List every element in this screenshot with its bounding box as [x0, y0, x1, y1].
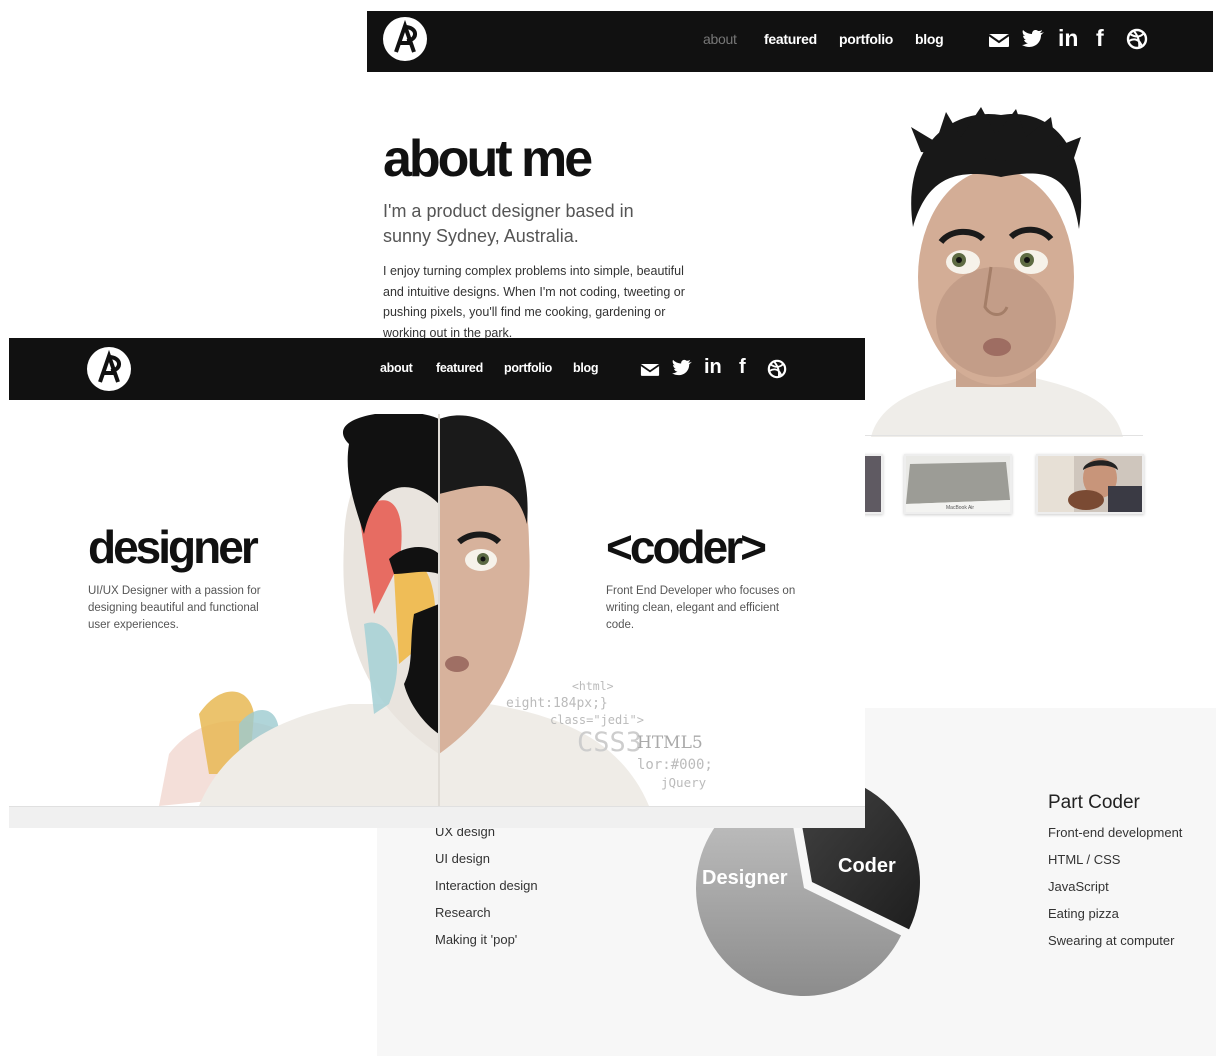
code-snippet: <html>	[572, 679, 614, 693]
code-snippet: lor:#000;	[637, 757, 713, 773]
ap-logo-icon[interactable]	[87, 347, 131, 391]
linkedin-icon[interactable]: in	[704, 356, 722, 379]
nav-blog-link[interactable]: blog	[915, 31, 944, 47]
facebook-icon[interactable]: f	[739, 356, 746, 379]
macbook-caption: MacBook Air	[946, 505, 974, 511]
nav-blog-link[interactable]: blog	[573, 361, 598, 375]
code-snippet: eight:184px;}	[506, 696, 608, 711]
twitter-icon[interactable]	[671, 359, 693, 377]
top-navbar: about featured portfolio blog in f	[9, 338, 865, 400]
about-subtitle: I'm a product designer based in sunny Sy…	[383, 201, 634, 246]
portrait-photo	[851, 107, 1141, 437]
pie-label-coder: Coder	[838, 855, 896, 877]
divider	[851, 435, 1143, 436]
linkedin-icon[interactable]: in	[1058, 25, 1078, 52]
nav-featured-link[interactable]: featured	[764, 31, 817, 47]
list-item: HTML / CSS	[1048, 852, 1121, 867]
mail-icon[interactable]	[988, 32, 1010, 48]
list-item: Making it 'pop'	[435, 932, 518, 947]
designer-description: UI/UX Designer with a passion for design…	[88, 585, 261, 631]
designer-skills-list: UX design UI design Interaction design R…	[435, 824, 538, 959]
coder-heading: <coder>	[606, 521, 767, 573]
dribbble-icon[interactable]	[1126, 28, 1148, 50]
page-footer-strip	[9, 806, 865, 828]
code-snippet: HTML5	[637, 733, 703, 753]
nav-portfolio-link[interactable]: portfolio	[839, 31, 893, 47]
pie-label-designer: Designer	[702, 867, 788, 889]
nav-about-link[interactable]: about	[703, 31, 737, 47]
mail-icon[interactable]	[640, 362, 660, 377]
nav-about-link[interactable]: about	[380, 361, 413, 375]
list-item: Interaction design	[435, 878, 538, 893]
dribbble-icon[interactable]	[767, 359, 787, 379]
list-item: UX design	[435, 824, 495, 839]
list-item: Eating pizza	[1048, 906, 1119, 921]
about-body-text: I enjoy turning complex problems into si…	[383, 264, 685, 340]
home-page-screenshot: about featured portfolio blog in f desig…	[9, 338, 865, 828]
portfolio-thumbnail-pizza[interactable]	[1036, 454, 1144, 514]
list-item: UI design	[435, 851, 490, 866]
nav-portfolio-link[interactable]: portfolio	[504, 361, 552, 375]
designer-heading: designer	[88, 521, 259, 573]
code-snippet: class="jedi">	[550, 713, 644, 727]
top-navbar: about featured portfolio blog in f	[367, 11, 1213, 72]
list-item: JavaScript	[1048, 879, 1109, 894]
code-snippet: jQuery	[661, 775, 707, 790]
coder-description: Front End Developer who focuses on writi…	[606, 585, 796, 631]
facebook-icon[interactable]: f	[1096, 25, 1104, 52]
coder-skills-heading: Part Coder	[1048, 792, 1140, 813]
portfolio-thumbnail-macbook[interactable]: MacBook Air	[904, 454, 1012, 514]
list-item: Swearing at computer	[1048, 933, 1175, 948]
coder-skills-list: Part Coder Front-end development HTML / …	[1048, 792, 1182, 960]
nav-featured-link[interactable]: featured	[436, 361, 483, 375]
list-item: Front-end development	[1048, 825, 1183, 840]
code-snippet: CSS3	[577, 727, 643, 758]
twitter-icon[interactable]	[1021, 29, 1045, 49]
list-item: Research	[435, 905, 491, 920]
page-title: about me	[383, 130, 593, 188]
ap-logo-icon[interactable]	[383, 17, 427, 61]
